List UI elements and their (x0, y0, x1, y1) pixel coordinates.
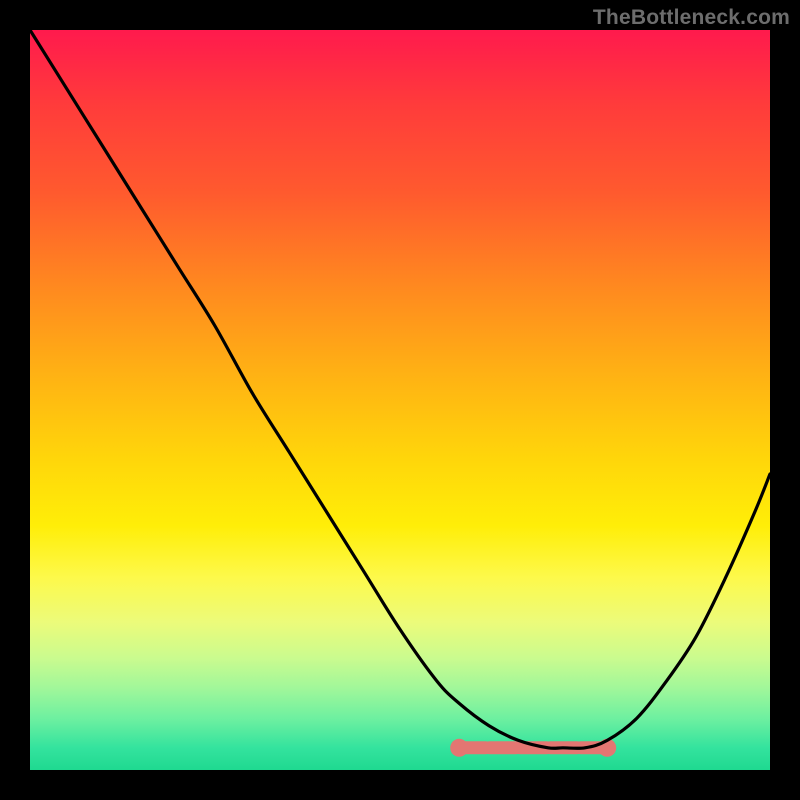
chart-canvas: TheBottleneck.com (0, 0, 800, 800)
chart-svg (30, 30, 770, 770)
bottleneck-curve (30, 30, 770, 748)
plot-area (30, 30, 770, 770)
watermark-text: TheBottleneck.com (593, 6, 790, 30)
